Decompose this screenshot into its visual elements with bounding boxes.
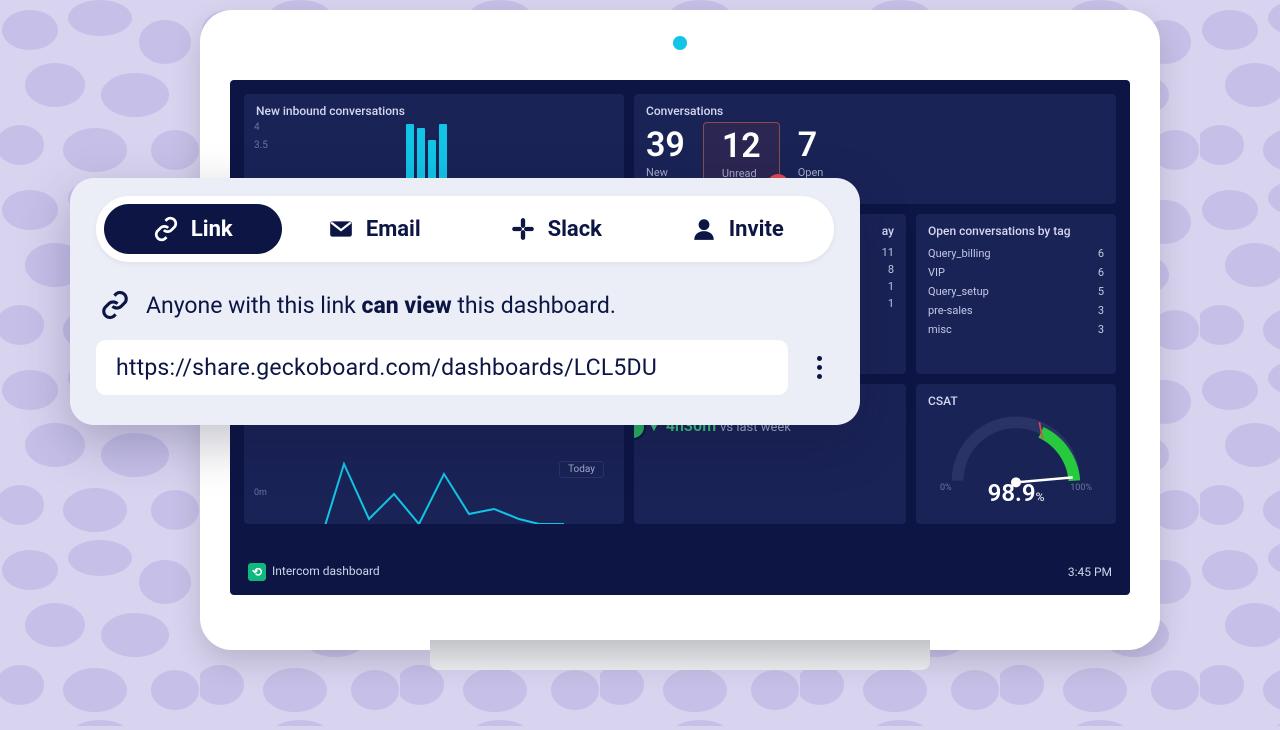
csat-title: CSAT xyxy=(928,394,1104,408)
share-description: Anyone with this link can view this dash… xyxy=(100,290,830,320)
inbound-bars xyxy=(406,124,612,180)
footer-title: Intercom dashboard xyxy=(272,564,380,578)
inbound-ytick-1: 3.5 xyxy=(254,140,268,151)
tab-slack[interactable]: Slack xyxy=(467,204,645,254)
intercom-logo-icon: ⟲ xyxy=(248,563,266,581)
table-row: Query_setup5 xyxy=(928,282,1104,301)
tab-email[interactable]: Email xyxy=(286,204,464,254)
tab-invite[interactable]: Invite xyxy=(649,204,827,254)
user-icon xyxy=(691,216,717,242)
conversations-title: Conversations xyxy=(646,104,1104,118)
tab-link-label: Link xyxy=(191,217,233,242)
table-row: misc3 xyxy=(928,320,1104,339)
stat-open-value: 7 xyxy=(798,128,824,162)
laptop-base xyxy=(430,640,930,670)
tab-link[interactable]: Link xyxy=(104,204,282,254)
csat-card: CSAT 0% 100% 98.9% xyxy=(916,384,1116,524)
table-row: pre-sales3 xyxy=(928,301,1104,320)
stat-new: 39 New xyxy=(646,128,685,179)
stat-new-value: 39 xyxy=(646,128,685,162)
tags-title: Open conversations by tag xyxy=(928,224,1104,238)
share-modal: Link Email Slack Invite Anyone with this… xyxy=(70,178,860,425)
more-options-button[interactable] xyxy=(804,356,834,379)
footer-time: 3:45 PM xyxy=(1068,565,1112,579)
share-tab-bar: Link Email Slack Invite xyxy=(96,196,834,262)
stat-open: 7 Open xyxy=(798,128,824,179)
tags-card: Open conversations by tag Query_billing6… xyxy=(916,214,1116,374)
tab-email-label: Email xyxy=(366,217,421,242)
dashboard-footer: ⟲ Intercom dashboard 3:45 PM xyxy=(244,555,1116,581)
camera-dot xyxy=(673,36,687,50)
closetime-today-label: Today xyxy=(559,461,604,478)
link-icon xyxy=(153,216,179,242)
inbound-ytick-0: 4 xyxy=(254,122,260,133)
tab-slack-label: Slack xyxy=(548,217,602,242)
slack-icon xyxy=(510,216,536,242)
table-row: Query_billing6 xyxy=(928,244,1104,263)
link-icon xyxy=(100,290,130,320)
stat-unread-value: 12 xyxy=(722,129,761,163)
share-url-input[interactable]: https://share.geckoboard.com/dashboards/… xyxy=(96,340,788,395)
closetime-ylabel: 0m xyxy=(254,488,267,498)
table-row: VIP6 xyxy=(928,263,1104,282)
csat-gauge xyxy=(928,414,1104,489)
inbound-title: New inbound conversations xyxy=(256,104,612,118)
tab-invite-label: Invite xyxy=(729,217,784,242)
envelope-icon xyxy=(328,216,354,242)
